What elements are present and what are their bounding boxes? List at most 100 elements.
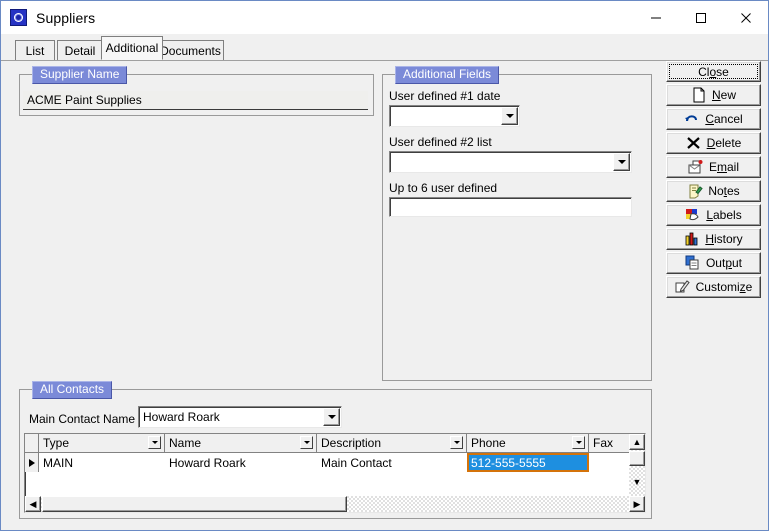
- window-title: Suppliers: [36, 9, 96, 26]
- current-row-arrow-icon: [28, 458, 35, 467]
- column-label: Phone: [471, 436, 506, 450]
- tab-list[interactable]: List: [15, 40, 55, 60]
- maximize-button[interactable]: [678, 1, 723, 34]
- envelope-icon: [688, 159, 704, 175]
- horizontal-scroll-thumb[interactable]: [42, 496, 347, 512]
- chevron-down-icon: [303, 441, 310, 444]
- new-button[interactable]: New: [666, 84, 761, 106]
- grid-header-row: Type Name Description Phone Fax: [25, 434, 645, 453]
- tab-detail[interactable]: Detail: [57, 40, 103, 60]
- tab-label: List: [25, 43, 45, 58]
- output-button[interactable]: Output: [666, 252, 761, 274]
- notes-button[interactable]: Notes: [666, 180, 761, 202]
- page-icon: [691, 87, 707, 103]
- labels-button[interactable]: Labels: [666, 204, 761, 226]
- filter-dropdown-button[interactable]: [572, 436, 585, 449]
- chevron-down-icon: ▼: [632, 476, 642, 487]
- column-label: Fax: [593, 436, 614, 450]
- note-icon: [687, 183, 704, 199]
- notes-button-label: Notes: [708, 184, 740, 198]
- supplier-name-legend: Supplier Name: [32, 66, 128, 84]
- table-row[interactable]: MAIN Howard Roark Main Contact 512-555-5…: [25, 453, 645, 472]
- chevron-left-icon: ◀: [29, 498, 37, 509]
- maximize-icon: [695, 12, 706, 23]
- grid-horizontal-scrollbar[interactable]: ◀: [25, 496, 629, 512]
- column-header-description[interactable]: Description: [317, 434, 467, 453]
- labels-icon: [685, 207, 701, 223]
- close-button-action[interactable]: Close: [666, 61, 761, 82]
- scroll-down-button[interactable]: ▼: [629, 474, 645, 490]
- grid-vertical-scrollbar[interactable]: ▲ ▼: [629, 434, 645, 496]
- main-contact-name-label: Main Contact Name: [29, 412, 136, 426]
- chevron-down-icon: [327, 415, 336, 419]
- dropdown-button[interactable]: [323, 408, 340, 426]
- tab-strip: List Detail Additional Documents: [1, 34, 768, 61]
- cell-type[interactable]: MAIN: [39, 453, 165, 472]
- cell-phone[interactable]: 512-555-5555: [467, 453, 589, 472]
- column-header-type[interactable]: Type: [39, 434, 165, 453]
- all-contacts-legend: All Contacts: [32, 381, 113, 399]
- email-button[interactable]: Email: [666, 156, 761, 178]
- filter-dropdown-button[interactable]: [450, 436, 463, 449]
- chevron-down-icon: [453, 441, 460, 444]
- cell-name[interactable]: Howard Roark: [165, 453, 317, 472]
- chevron-down-icon: [151, 441, 158, 444]
- close-button[interactable]: [723, 1, 768, 34]
- output-icon: [685, 255, 701, 271]
- email-button-label: Email: [708, 160, 740, 174]
- user-defined-1-date-combo[interactable]: [389, 105, 520, 127]
- vertical-scroll-thumb[interactable]: [629, 451, 645, 466]
- column-label: Name: [169, 436, 202, 450]
- chevron-right-icon: ▶: [633, 498, 641, 509]
- history-button[interactable]: History: [666, 228, 761, 250]
- output-button-label: Output: [705, 256, 743, 270]
- dropdown-button[interactable]: [501, 107, 518, 125]
- column-label: Description: [321, 436, 382, 450]
- main-contact-name-combo[interactable]: Howard Roark: [138, 406, 342, 428]
- delete-button[interactable]: Delete: [666, 132, 761, 154]
- chevron-up-icon: ▲: [632, 436, 642, 447]
- app-icon: [10, 9, 27, 26]
- user-defined-2-list-combo[interactable]: [389, 151, 632, 173]
- focus-indicator: [669, 64, 758, 79]
- user-defined-2-list-input[interactable]: [389, 151, 632, 173]
- cell-description[interactable]: Main Contact: [317, 453, 467, 472]
- pencil-icon: [675, 279, 691, 295]
- user-defined-2-label: User defined #2 list: [389, 135, 492, 149]
- chevron-down-icon: [505, 114, 514, 118]
- caption-buttons: [633, 1, 768, 34]
- suppliers-window: Suppliers List Detail Additional Documen…: [0, 0, 769, 531]
- filter-dropdown-button[interactable]: [300, 436, 313, 449]
- column-header-name[interactable]: Name: [165, 434, 317, 453]
- minimize-button[interactable]: [633, 1, 678, 34]
- delete-button-label: Delete: [706, 136, 742, 150]
- supplier-name-field[interactable]: ACME Paint Supplies: [23, 91, 368, 110]
- client-area: Supplier Name ACME Paint Supplies Additi…: [1, 61, 768, 530]
- close-icon: [740, 12, 751, 23]
- up-to-6-user-defined-input[interactable]: [389, 197, 632, 217]
- tab-label: Additional: [105, 41, 159, 55]
- up-to-6-user-defined-label: Up to 6 user defined: [389, 181, 498, 195]
- cancel-button[interactable]: Cancel: [666, 108, 761, 130]
- action-button-panel: Close New Cancel Delete Email Notes Labe…: [666, 61, 764, 300]
- chevron-down-icon: [617, 160, 626, 164]
- additional-fields-legend: Additional Fields: [395, 66, 500, 84]
- filter-dropdown-button[interactable]: [148, 436, 161, 449]
- row-indicator-header: [25, 434, 39, 453]
- new-button-label: New: [711, 88, 736, 102]
- dropdown-button[interactable]: [613, 153, 630, 171]
- user-defined-1-label: User defined #1 date: [389, 89, 501, 103]
- tab-additional[interactable]: Additional: [101, 36, 163, 60]
- scroll-right-button[interactable]: ▶: [629, 496, 645, 512]
- column-header-phone[interactable]: Phone: [467, 434, 589, 453]
- minimize-icon: [650, 17, 661, 18]
- customize-button[interactable]: Customize: [666, 276, 761, 298]
- tab-label: Documents: [160, 43, 221, 58]
- scroll-up-button[interactable]: ▲: [629, 434, 645, 450]
- column-label: Type: [43, 436, 70, 450]
- scroll-left-button[interactable]: ◀: [25, 496, 41, 512]
- contacts-grid[interactable]: Type Name Description Phone Fax MAIN How…: [24, 433, 646, 513]
- title-bar: Suppliers: [1, 1, 768, 34]
- main-contact-name-input[interactable]: Howard Roark: [138, 406, 342, 428]
- tab-documents[interactable]: Documents: [157, 40, 224, 60]
